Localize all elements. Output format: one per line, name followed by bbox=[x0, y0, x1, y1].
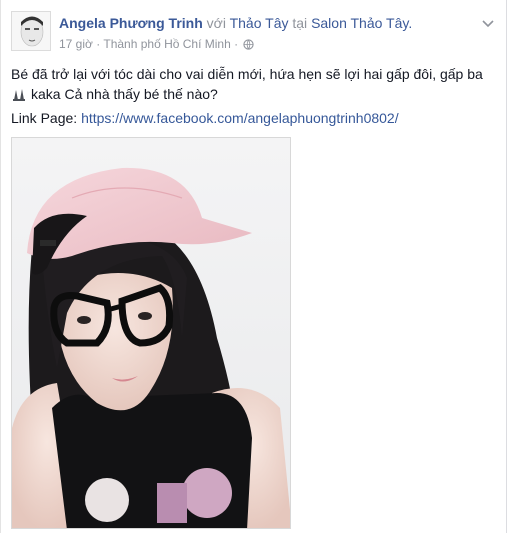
link-label: Link Page: bbox=[11, 110, 78, 126]
post-meta: 17 giờ · Thành phố Hồ Chí Minh · bbox=[59, 37, 255, 53]
post-header: Angela Phương Trinh với Thảo Tây tại Sal… bbox=[11, 11, 496, 55]
meta-separator-2: · bbox=[234, 37, 239, 51]
at-word: tại bbox=[292, 15, 308, 31]
avatar[interactable] bbox=[11, 11, 51, 51]
rocket-emoji-icon bbox=[11, 86, 27, 106]
place-link[interactable]: Salon Thảo Tây. bbox=[311, 15, 412, 31]
portrait-image bbox=[12, 138, 290, 528]
post-text-line2-wrap: kaka Cả nhà thấy bé thế nào? bbox=[11, 84, 496, 106]
link-url[interactable]: https://www.facebook.com/angelaphuongtri… bbox=[81, 110, 399, 126]
post-attribution: Angela Phương Trinh với Thảo Tây tại Sal… bbox=[59, 15, 412, 31]
with-word: với bbox=[206, 15, 226, 31]
post-location[interactable]: Thành phố Hồ Chí Minh bbox=[103, 37, 230, 51]
post-text-line2: kaka Cả nhà thấy bé thế nào? bbox=[31, 86, 218, 102]
post-card: Angela Phương Trinh với Thảo Tây tại Sal… bbox=[0, 0, 507, 533]
post-text: Bé đã trở lại với tóc dài cho vai diễn m… bbox=[11, 64, 496, 106]
author-name[interactable]: Angela Phương Trinh bbox=[59, 15, 203, 31]
chevron-down-icon[interactable] bbox=[480, 15, 496, 31]
link-page-line: Link Page: https://www.facebook.com/ange… bbox=[11, 108, 399, 128]
post-text-line1: Bé đã trở lại với tóc dài cho vai diễn m… bbox=[11, 66, 483, 82]
meta-separator: · bbox=[96, 37, 101, 51]
globe-icon[interactable] bbox=[243, 39, 255, 53]
tagged-friend[interactable]: Thảo Tây bbox=[230, 15, 289, 31]
post-time[interactable]: 17 giờ bbox=[59, 37, 93, 51]
post-photo[interactable] bbox=[11, 137, 291, 529]
